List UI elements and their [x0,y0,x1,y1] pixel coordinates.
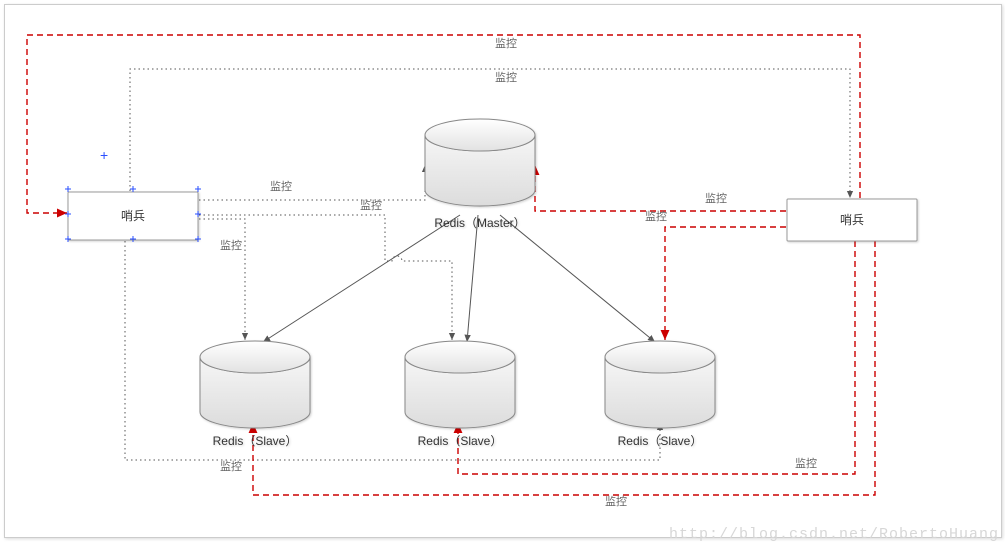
edge-sr-master [535,165,786,211]
edge-sr-master-label: 监控 [705,191,727,205]
diagram-frame: 监控 监控 监控 监控 监控 监控 监控 监控 监控 监控 + 哨兵 [4,4,1002,538]
redis-slave-2: Redis（Slave） [405,341,515,448]
edge-sr-slave2-label: 监控 [795,456,817,470]
edge-sr-slave3-label: 监控 [645,209,667,223]
edge-sl-slave2 [199,215,452,340]
edge-sl-slave3-label: 监控 [220,459,242,473]
redis-slave-2-label: Redis（Slave） [418,434,503,448]
redis-slave-1-label: Redis（Slave） [213,434,298,448]
edge-sl-sr-label: 监控 [495,70,517,84]
plus-handle: + [100,147,108,163]
redis-master-label: Redis（Master） [434,216,525,230]
sentinel-left-label: 哨兵 [121,208,145,223]
sentinel-left: + 哨兵 [65,147,201,242]
sentinel-right-label: 哨兵 [840,212,864,227]
edge-sr-slave3 [665,227,786,340]
edge-sr-slave1 [253,241,875,495]
redis-slave-1: Redis（Slave） [200,341,310,448]
redis-slave-3-label: Redis（Slave） [618,434,703,448]
edge-sl-slave1 [199,219,245,340]
edge-master-slave2 [467,215,478,342]
redis-master: Redis（Master） [425,119,535,230]
edge-sl-slave2-label: 监控 [360,198,382,212]
edge-sl-slave1-label: 监控 [220,238,242,252]
edge-sr-slave1-label: 监控 [605,494,627,508]
edge-sl-master-label: 监控 [270,179,292,193]
diagram-canvas: 监控 监控 监控 监控 监控 监控 监控 监控 监控 监控 + 哨兵 [5,5,1001,537]
edge-master-slave1 [263,215,460,342]
edge-master-slave3 [500,215,655,342]
edge-sr-sl-label: 监控 [495,36,517,50]
sentinel-right: 哨兵 [787,199,917,241]
edge-sl-master [199,165,425,200]
redis-slave-3: Redis（Slave） [605,341,715,448]
